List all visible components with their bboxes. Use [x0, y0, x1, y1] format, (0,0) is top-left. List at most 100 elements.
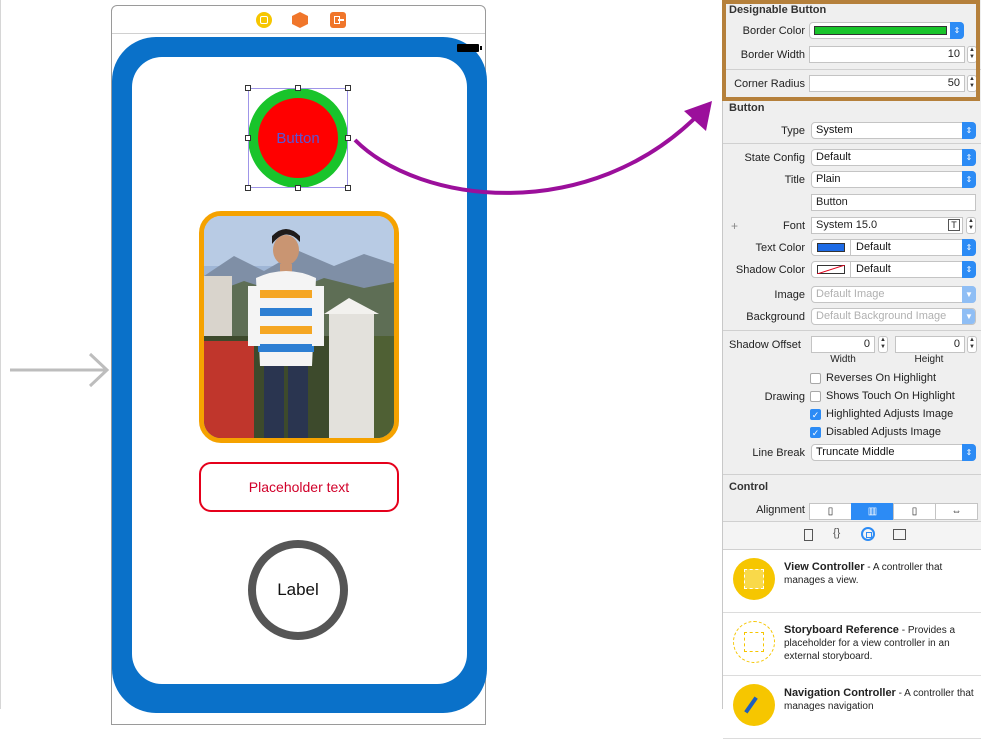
font-field[interactable]: System 15.0 T: [811, 217, 963, 234]
shadow-width-field[interactable]: 0: [811, 336, 875, 353]
title-type-popup[interactable]: Plain ⇕: [811, 171, 976, 188]
line-break-label: Line Break: [752, 447, 805, 459]
shows-touch-label: Shows Touch On Highlight: [826, 390, 955, 402]
text-color-label: Text Color: [755, 242, 805, 254]
highlighted-adjusts-label: Highlighted Adjusts Image: [826, 408, 954, 420]
chevron-updown-icon: ⇕: [962, 239, 976, 256]
image-label: Image: [774, 289, 805, 301]
type-value: System: [816, 124, 853, 136]
font-picker-icon[interactable]: T: [948, 219, 960, 231]
title-label: Title: [784, 174, 805, 186]
divider: [723, 330, 981, 331]
image-combo[interactable]: Default Image ▼: [811, 286, 976, 303]
chevron-updown-icon: ⇕: [962, 122, 976, 139]
state-config-label: State Config: [744, 152, 805, 164]
resize-handle-left[interactable]: [245, 135, 251, 141]
library-item-view-controller[interactable]: View Controller - A controller that mana…: [723, 550, 981, 613]
button-section-title: Button: [729, 102, 765, 114]
chevron-down-icon: ▼: [962, 309, 975, 324]
library-tab-bar: {}: [723, 522, 981, 550]
title-type-value: Plain: [816, 173, 841, 185]
library-item-storyboard-reference[interactable]: Storyboard Reference - Provides a placeh…: [723, 613, 981, 676]
align-fill-segment[interactable]: ⇔: [935, 503, 978, 520]
text-color-value: Default: [856, 241, 891, 253]
text-field[interactable]: Placeholder text: [199, 462, 399, 512]
alignment-label: Alignment: [756, 504, 805, 516]
profile-image-view[interactable]: [199, 211, 399, 443]
state-config-value: Default: [816, 151, 851, 163]
attributes-inspector: Designable Button Border Color ⇕ Border …: [722, 0, 981, 739]
shadow-color-value: Default: [856, 263, 891, 275]
highlighted-adjusts-checkbox[interactable]: ✓: [810, 409, 821, 420]
chevron-updown-icon: ⇕: [962, 149, 976, 166]
chevron-down-icon: ▼: [962, 286, 976, 303]
resize-handle-top-left[interactable]: [245, 85, 251, 91]
library-item-text: Navigation Controller - A controller tha…: [784, 687, 974, 712]
type-label: Type: [781, 125, 805, 137]
divider: [723, 474, 981, 475]
library-item-text: Storyboard Reference - Provides a placeh…: [784, 624, 956, 662]
font-label: Font: [782, 220, 805, 232]
disabled-adjusts-checkbox[interactable]: ✓: [810, 427, 821, 438]
divider: [723, 143, 981, 144]
resize-handle-top[interactable]: [295, 85, 301, 91]
designable-properties-highlight: [722, 0, 980, 101]
file-template-icon[interactable]: [804, 529, 813, 541]
height-caption: Height: [914, 354, 944, 365]
shadow-height-field[interactable]: 0: [895, 336, 965, 353]
shadow-offset-label: Shadow Offset: [729, 339, 801, 351]
font-size-stepper[interactable]: ▲ ▼: [966, 217, 976, 234]
round-label-text: Label: [277, 580, 319, 599]
resize-handle-top-right[interactable]: [345, 85, 351, 91]
profile-photo: [204, 216, 394, 438]
callout-arrow: [353, 101, 712, 195]
background-label: Background: [746, 311, 805, 323]
shadow-color-popup[interactable]: Default ⇕: [811, 261, 976, 278]
line-break-value: Truncate Middle: [816, 446, 895, 458]
text-color-popup[interactable]: Default ⇕: [811, 239, 976, 256]
view-controller-icon: [733, 558, 775, 600]
round-label[interactable]: Label: [248, 540, 348, 640]
background-placeholder: Default Background Image: [816, 310, 947, 322]
align-center-segment[interactable]: ▥: [851, 503, 894, 520]
text-field-placeholder: Placeholder text: [248, 479, 350, 495]
initial-view-controller-arrow[interactable]: [10, 352, 112, 388]
code-snippet-icon[interactable]: {}: [833, 527, 840, 539]
shadow-height-stepper[interactable]: ▲ ▼: [967, 336, 977, 353]
text-color-swatch: [817, 243, 845, 252]
chevron-updown-icon: ⇕: [962, 444, 976, 461]
disabled-adjusts-label: Disabled Adjusts Image: [826, 426, 941, 438]
navigation-controller-icon: [733, 684, 775, 726]
type-popup[interactable]: System ⇕: [811, 122, 976, 139]
battery-icon: [457, 44, 482, 52]
first-responder-icon[interactable]: [292, 12, 308, 28]
width-caption: Width: [830, 354, 856, 365]
control-section-title: Control: [729, 481, 769, 493]
align-right-segment[interactable]: ▯: [893, 503, 936, 520]
resize-handle-bottom-left[interactable]: [245, 185, 251, 191]
resize-handle-bottom[interactable]: [295, 185, 301, 191]
scene-dock: [112, 6, 485, 34]
drawing-label: Drawing: [764, 391, 805, 403]
no-color-swatch: [817, 265, 845, 274]
state-config-popup[interactable]: Default ⇕: [811, 149, 976, 166]
shadow-width-stepper[interactable]: ▲ ▼: [878, 336, 888, 353]
view-controller-icon[interactable]: [256, 12, 272, 28]
exit-icon[interactable]: [330, 12, 346, 28]
chevron-updown-icon: ⇕: [962, 261, 976, 278]
canvas-left-border: [0, 0, 1, 709]
title-text-field[interactable]: Button: [811, 194, 976, 211]
object-library-icon[interactable]: [861, 527, 875, 541]
chevron-updown-icon: ⇕: [962, 171, 976, 188]
library-item-text: View Controller - A controller that mana…: [784, 561, 943, 586]
media-library-icon[interactable]: [893, 529, 906, 540]
align-left-segment[interactable]: ▯: [809, 503, 852, 520]
reverses-checkbox[interactable]: [810, 373, 821, 384]
font-value: System 15.0: [816, 219, 878, 231]
storyboard-reference-icon: [733, 621, 775, 663]
line-break-popup[interactable]: Truncate Middle ⇕: [811, 444, 976, 461]
library-item-navigation-controller[interactable]: Navigation Controller - A controller tha…: [723, 676, 981, 739]
selection-frame: [245, 85, 351, 191]
shows-touch-checkbox[interactable]: [810, 391, 821, 402]
background-combo[interactable]: Default Background Image ▼: [811, 308, 976, 325]
